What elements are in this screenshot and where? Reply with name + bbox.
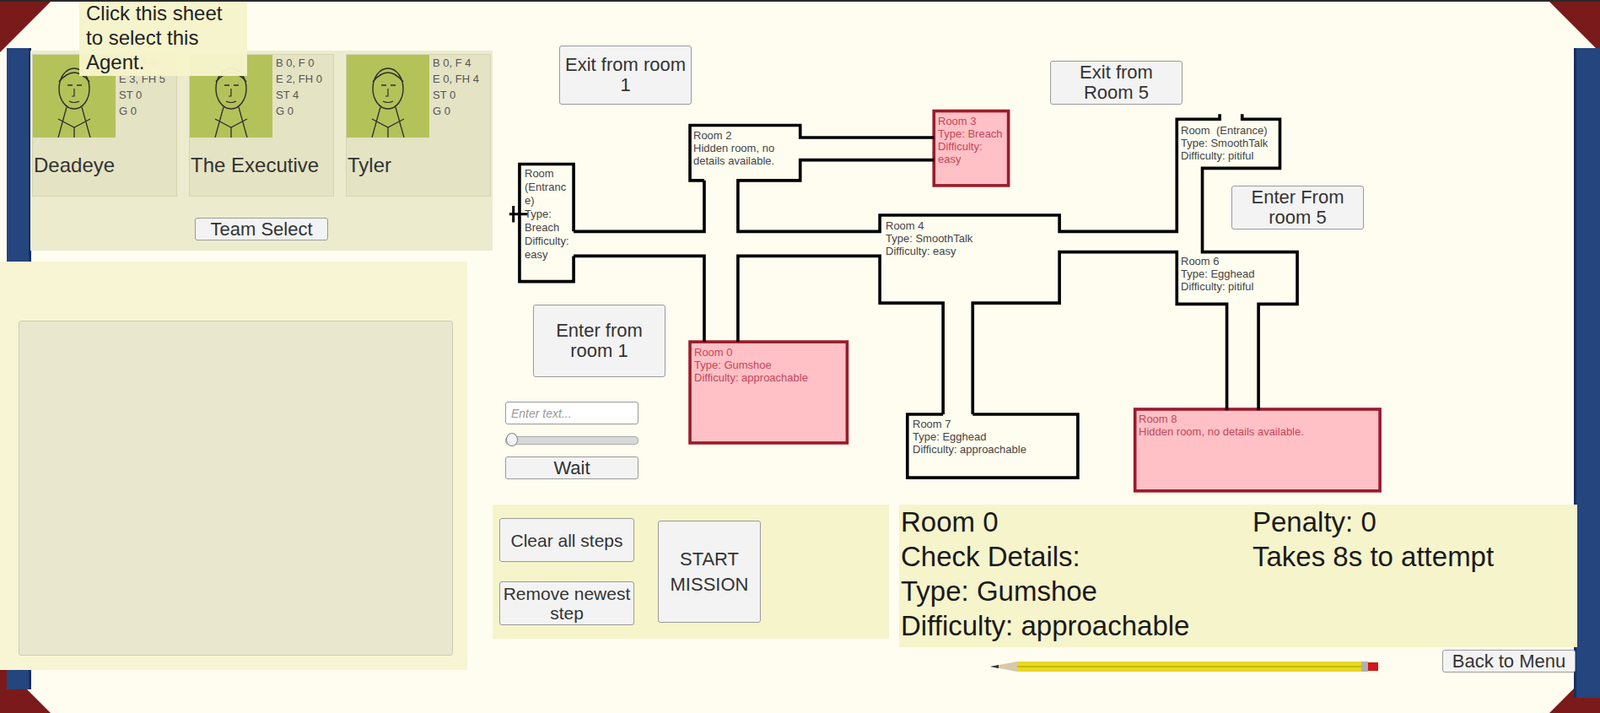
agent-stat: ST 0 [432, 88, 480, 103]
wall [738, 113, 1220, 232]
room-label[interactable]: Room 0Type: GumshoeDifficulty: approacha… [694, 345, 846, 384]
room-details: Room 0Check Details:Type: GumshoeDifficu… [899, 504, 1578, 647]
wall [689, 124, 934, 180]
remove-step-button[interactable]: Remove newest step [499, 581, 635, 625]
wait-slider[interactable] [505, 436, 639, 445]
info-panel [0, 261, 468, 670]
clear-steps-button[interactable]: Clear all steps [499, 517, 635, 562]
penalty: Penalty: 0 [1252, 504, 1574, 539]
detail-line: Check Details: [900, 538, 1253, 574]
room-label[interactable]: Room (Entrance)Type: SmoothTalkDifficult… [1180, 123, 1281, 162]
detail-line: Type: Gumshoe [900, 573, 1253, 609]
exit-room-5-button[interactable]: Exit from Room 5 [1050, 60, 1183, 105]
agent-stat: ST 0 [118, 88, 166, 103]
pencil-icon [990, 660, 1379, 673]
info-box [18, 320, 453, 656]
wall [907, 414, 1078, 478]
agent-name: Tyler [346, 137, 491, 178]
room-label[interactable]: Room 3Type: BreachDifficulty: easy [937, 114, 1006, 166]
room-label[interactable]: Room 8Hidden room, no details available. [1138, 412, 1375, 438]
agent-stat: E 0, FH 4 [432, 72, 480, 87]
agents-panel: B 0, F 0E 3, FH 5ST 0G 0DeadeyeB 0, F 0E… [30, 50, 493, 251]
wall [519, 163, 574, 281]
detail-line: Difficulty: approachable [900, 608, 1253, 643]
map-board: Room (Entrance)Type: BreachDifficulty: e… [492, 1, 1600, 505]
agent-stat: G 0 [118, 104, 166, 119]
slider-thumb[interactable] [506, 432, 518, 447]
agent-name: The Executive [189, 137, 334, 178]
back-to-menu-button[interactable]: Back to Menu [1442, 649, 1576, 673]
agent-card[interactable]: B 0, F 4E 0, FH 4ST 0G 0 Tyler [345, 53, 491, 197]
tooltip: Click this sheet to select this Agent. [79, 1, 248, 76]
room-box[interactable] [689, 341, 847, 443]
agent-portrait [346, 54, 430, 138]
agent-name: Deadeye [32, 137, 177, 178]
room-box[interactable] [1135, 409, 1380, 491]
room-label[interactable]: Room (Entrance)Type: BreachDifficulty: e… [524, 167, 572, 262]
portrait-icon [346, 54, 430, 138]
room-label[interactable]: Room 2Hidden room, no details available. [693, 129, 801, 168]
wall [573, 180, 705, 232]
heist-planning-screen: B 0, F 0E 3, FH 5ST 0G 0DeadeyeB 0, F 0E… [0, 0, 1600, 713]
team-select-button[interactable]: Team Select [194, 217, 329, 241]
room-label[interactable]: Room 7Type: EggheadDifficulty: approacha… [912, 417, 1078, 456]
agent-stat: G 0 [275, 104, 323, 119]
text-input[interactable] [505, 401, 639, 425]
wait-controls: Wait [505, 401, 639, 480]
detail-line: Room 0 [900, 504, 1253, 539]
side-strip [1573, 48, 1600, 698]
agent-stat: G 0 [432, 104, 480, 119]
enter-room-5-button[interactable]: Enter From room 5 [1231, 185, 1364, 230]
agent-stat: B 0, F 4 [432, 56, 480, 71]
attempt-time: Takes 8s to attempt [1252, 538, 1574, 574]
wall [738, 255, 943, 415]
wait-button[interactable]: Wait [505, 456, 639, 480]
agent-stat: B 0, F 0 [275, 56, 323, 71]
room-label[interactable]: Room 4Type: SmoothTalkDifficulty: easy [885, 219, 1055, 258]
exit-room-1-button[interactable]: Exit from room 1 [559, 45, 692, 105]
actions-panel: Clear all steps Remove newest step START M… [492, 504, 889, 639]
start-mission-button[interactable]: START MISSION [657, 520, 761, 623]
corner-decoration [0, 1, 51, 53]
enter-room-1-button[interactable]: Enter from room 1 [533, 304, 666, 378]
room-label[interactable]: Room 6Type: EggheadDifficulty: pitiful [1180, 254, 1296, 293]
corner-decoration [1549, 1, 1600, 53]
agent-stat: E 2, FH 0 [275, 72, 323, 87]
agent-stat: ST 4 [275, 88, 323, 103]
room-box[interactable] [933, 111, 1008, 186]
